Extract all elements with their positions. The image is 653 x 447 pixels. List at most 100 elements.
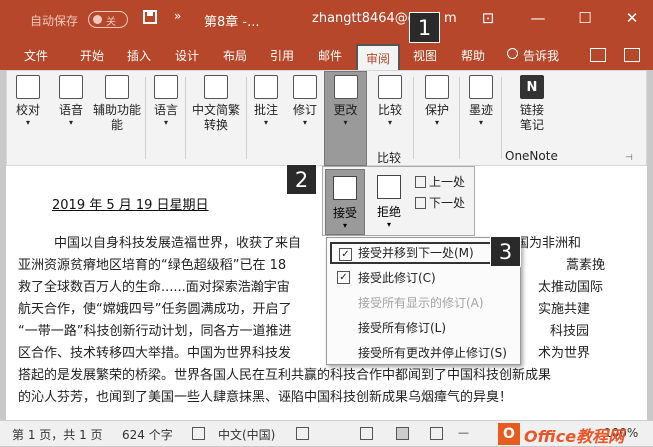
doc-line-1-right: 国为非洲和 bbox=[516, 236, 582, 251]
macro-icon[interactable] bbox=[296, 427, 309, 440]
tracking-button[interactable]: 修订 ▾ bbox=[286, 75, 324, 128]
save-icon[interactable] bbox=[143, 10, 157, 24]
tab-mailings[interactable]: 邮件 bbox=[318, 47, 342, 64]
tracking-label: 修订 bbox=[292, 103, 317, 117]
doc-line-1-left: 中国以自身科技发展造福世界，收获了来自 bbox=[54, 236, 302, 251]
proofing-label: 校对 bbox=[15, 103, 40, 117]
watermark-logo: O Office教程网 bbox=[498, 422, 648, 446]
protect-button[interactable]: 保护 ▾ bbox=[417, 75, 457, 128]
accessibility-label-2: 能 bbox=[110, 118, 123, 132]
menu-accept-all-shown: 接受所有显示的修订(A) bbox=[330, 292, 518, 314]
tab-help[interactable]: 帮助 bbox=[461, 47, 485, 64]
web-layout-icon[interactable] bbox=[430, 427, 443, 440]
menu-item-label: 接受此修订(C) bbox=[358, 271, 436, 285]
menu-accept-all[interactable]: 接受所有修订(L) bbox=[330, 317, 518, 339]
page-count[interactable]: 第 1 页，共 1 页 bbox=[12, 426, 103, 443]
changes-icon bbox=[333, 75, 358, 99]
doc-line-4-right: 实施共建 bbox=[538, 302, 591, 317]
doc-line-8: 的沁人芬芳，也闻到了美国一些人肆意抹黑、诬陷中国科技创新成果乌烟瘴气的异臭！ bbox=[18, 390, 513, 405]
reject-label: 拒绝 bbox=[376, 205, 401, 219]
changes-dropdown-panel: 接受 ▾ 拒绝 ▾ 上一处 下一处 bbox=[322, 166, 475, 236]
ribbon-pin-icon[interactable]: ⊣ bbox=[625, 153, 633, 163]
doc-line-6-right: 术为世界 bbox=[538, 346, 591, 361]
status-bar: 第 1 页，共 1 页 624 个字 中文(中国) — 100% O Offic… bbox=[0, 420, 653, 446]
doc-line-5-left: “一带一路”科技创新行动计划，同各方一道推进 bbox=[18, 324, 292, 339]
accept-check-icon: ✓ bbox=[339, 248, 352, 261]
previous-label: 上一处 bbox=[429, 175, 466, 189]
speech-label: 语音 bbox=[58, 103, 83, 117]
doc-line-6-left: 区合作、技术转移四大举措。中国为世界科技发 bbox=[18, 346, 292, 361]
tab-review[interactable]: 审阅 bbox=[356, 44, 401, 70]
compare-label: 比较 bbox=[377, 103, 402, 117]
quick-access-more-icon[interactable]: » bbox=[174, 9, 181, 23]
tab-layout[interactable]: 布局 bbox=[223, 47, 247, 64]
previous-change-button[interactable]: 上一处 bbox=[415, 173, 465, 190]
close-button[interactable]: ✕ bbox=[622, 9, 642, 27]
ink-button[interactable]: 墨迹 ▾ bbox=[461, 75, 501, 128]
linked-notes-label-2: 笔记 bbox=[519, 118, 544, 132]
comment-icon bbox=[254, 75, 278, 99]
tell-me-search[interactable]: 告诉我 bbox=[523, 47, 559, 64]
language-label: 语言 bbox=[153, 103, 178, 117]
read-aloud-icon bbox=[59, 75, 83, 99]
document-title: 第8章 -... bbox=[204, 15, 260, 30]
menu-accept-all-stop-tracking[interactable]: 接受所有更改并停止修订(S) bbox=[330, 342, 518, 364]
linked-notes-button[interactable]: N 链接 笔记 bbox=[507, 75, 557, 132]
tab-references[interactable]: 引用 bbox=[270, 47, 294, 64]
tab-insert[interactable]: 插入 bbox=[127, 47, 151, 64]
accessibility-button[interactable]: 辅助功能 能 bbox=[91, 75, 143, 132]
accept-check-icon bbox=[333, 176, 357, 200]
next-icon bbox=[415, 197, 426, 209]
print-layout-icon[interactable] bbox=[396, 427, 409, 440]
chinese-conversion-label-2: 转换 bbox=[203, 118, 228, 132]
tab-design[interactable]: 设计 bbox=[175, 47, 199, 64]
accessibility-icon bbox=[105, 75, 129, 99]
maximize-button[interactable]: ☐ bbox=[575, 9, 595, 27]
chinese-conversion-button[interactable]: 中文简繁 转换 bbox=[187, 75, 245, 132]
linked-notes-label: 链接 bbox=[519, 103, 544, 117]
language-button[interactable]: 语言 ▾ bbox=[147, 75, 185, 128]
chinese-conversion-icon bbox=[204, 75, 228, 99]
next-change-button[interactable]: 下一处 bbox=[415, 194, 465, 211]
comments-button[interactable]: 批注 ▾ bbox=[247, 75, 285, 128]
menu-item-label: 接受并移到下一处(M) bbox=[358, 246, 474, 260]
tab-home[interactable]: 开始 bbox=[80, 47, 104, 64]
read-mode-icon[interactable] bbox=[360, 427, 373, 440]
changes-label: 更改 bbox=[333, 103, 358, 117]
menu-accept-this-change[interactable]: ✓ 接受此修订(C) bbox=[330, 267, 518, 289]
speech-button[interactable]: 语音 ▾ bbox=[51, 75, 91, 128]
menu-item-label: 接受所有更改并停止修订(S) bbox=[358, 346, 507, 360]
ink-label: 墨迹 bbox=[468, 103, 493, 117]
proofing-status-icon[interactable] bbox=[192, 427, 205, 440]
office-logo-icon: O bbox=[498, 423, 520, 445]
proofing-button[interactable]: 校对 ▾ bbox=[9, 75, 47, 128]
autosave-toggle[interactable]: 关 bbox=[88, 11, 128, 28]
previous-icon bbox=[415, 176, 426, 188]
changes-button[interactable]: 更改 ▾ bbox=[325, 75, 366, 128]
next-label: 下一处 bbox=[429, 196, 466, 210]
menu-item-label: 接受所有显示的修订(A) bbox=[358, 296, 484, 310]
share-icon[interactable] bbox=[590, 48, 606, 62]
autosave-state: 关 bbox=[106, 17, 116, 28]
compare-button[interactable]: 比较 ▾ bbox=[369, 75, 411, 128]
protect-label: 保护 bbox=[424, 103, 449, 117]
title-bar: 自动保存 关 » 第8章 -... zhangtt8464@outlo m ⊡ … bbox=[0, 0, 653, 40]
doc-line-4-left: 航天合作，使“嫦娥四号”任务圆满成功，开启了 bbox=[18, 302, 292, 317]
reject-button[interactable]: 拒绝 ▾ bbox=[369, 169, 409, 235]
watermark-text: Office教程网 bbox=[524, 427, 625, 446]
ribbon-tabs: 文件 开始 插入 设计 布局 引用 邮件 审阅 视图 帮助 告诉我 bbox=[0, 40, 653, 70]
zoom-out-icon[interactable]: — bbox=[458, 426, 469, 439]
reject-x-icon bbox=[377, 175, 401, 199]
account-name-tail: m bbox=[444, 11, 457, 26]
doc-date: 2019 年 5 月 19 日星期日 bbox=[52, 198, 209, 213]
word-count[interactable]: 624 个字 bbox=[122, 426, 173, 443]
tab-view[interactable]: 视图 bbox=[413, 47, 437, 64]
tab-file[interactable]: 文件 bbox=[24, 47, 48, 64]
ribbon-display-options-icon[interactable]: ⊡ bbox=[478, 9, 498, 27]
chinese-conversion-label: 中文简繁 bbox=[191, 103, 240, 117]
accept-button[interactable]: 接受 ▾ bbox=[325, 169, 365, 235]
comments-icon[interactable] bbox=[624, 48, 640, 62]
minimize-button[interactable]: — bbox=[528, 9, 548, 27]
language-status[interactable]: 中文(中国) bbox=[218, 426, 275, 443]
doc-line-2-left: 亚洲资源贫瘠地区培育的“绿色超级稻”已在 18 bbox=[18, 258, 287, 273]
